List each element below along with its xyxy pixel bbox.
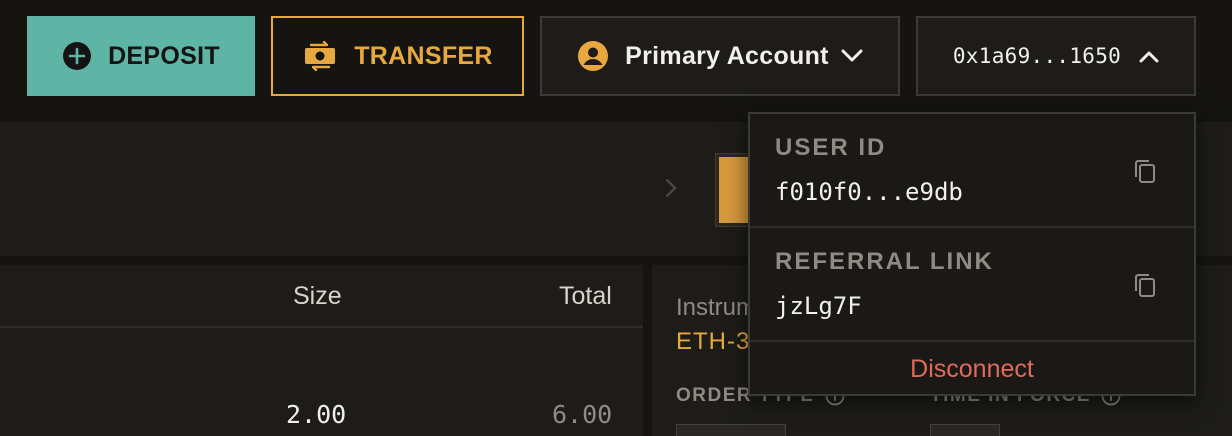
- row-total: 6.00: [552, 400, 613, 429]
- order-type-select[interactable]: [676, 424, 786, 436]
- wallet-address: 0x1a69...1650: [952, 44, 1122, 68]
- transfer-button[interactable]: TRANSFER: [271, 16, 524, 96]
- chevron-up-icon: [1139, 50, 1159, 63]
- account-label: Primary Account: [625, 41, 829, 70]
- user-id-row: USER ID f010f0...e9db: [750, 114, 1194, 228]
- column-header-total: Total: [559, 282, 612, 310]
- copy-icon[interactable]: [1132, 272, 1158, 300]
- transfer-label: TRANSFER: [354, 41, 493, 70]
- plus-circle-icon: [62, 41, 92, 71]
- referral-row: REFERRAL LINK jzLg7F: [750, 228, 1194, 342]
- column-header-size: Size: [293, 282, 342, 310]
- account-menu: USER ID f010f0...e9db REFERRAL LINK jzLg…: [748, 112, 1196, 396]
- deposit-button[interactable]: DEPOSIT: [27, 16, 255, 96]
- chevron-down-icon: [841, 49, 863, 63]
- chevron-right-icon[interactable]: [664, 176, 678, 205]
- top-bar: DEPOSIT TRANSFER Primary Account 0x1a69.…: [0, 0, 1232, 112]
- disconnect-button[interactable]: Disconnect: [750, 344, 1194, 394]
- money-transfer-icon: [302, 41, 338, 71]
- instrument-value[interactable]: ETH-3: [676, 328, 750, 356]
- referral-label: REFERRAL LINK: [775, 248, 994, 275]
- divider: [0, 326, 643, 328]
- account-selector[interactable]: Primary Account: [540, 16, 900, 96]
- time-in-force-select[interactable]: [930, 424, 1000, 436]
- referral-value: jzLg7F: [775, 292, 862, 320]
- user-circle-icon: [577, 40, 609, 72]
- user-id-value: f010f0...e9db: [775, 178, 963, 206]
- row-size: 2.00: [286, 400, 347, 429]
- user-id-label: USER ID: [775, 134, 887, 161]
- copy-icon[interactable]: [1132, 158, 1158, 186]
- deposit-label: DEPOSIT: [108, 41, 220, 70]
- wallet-address-button[interactable]: 0x1a69...1650: [916, 16, 1196, 96]
